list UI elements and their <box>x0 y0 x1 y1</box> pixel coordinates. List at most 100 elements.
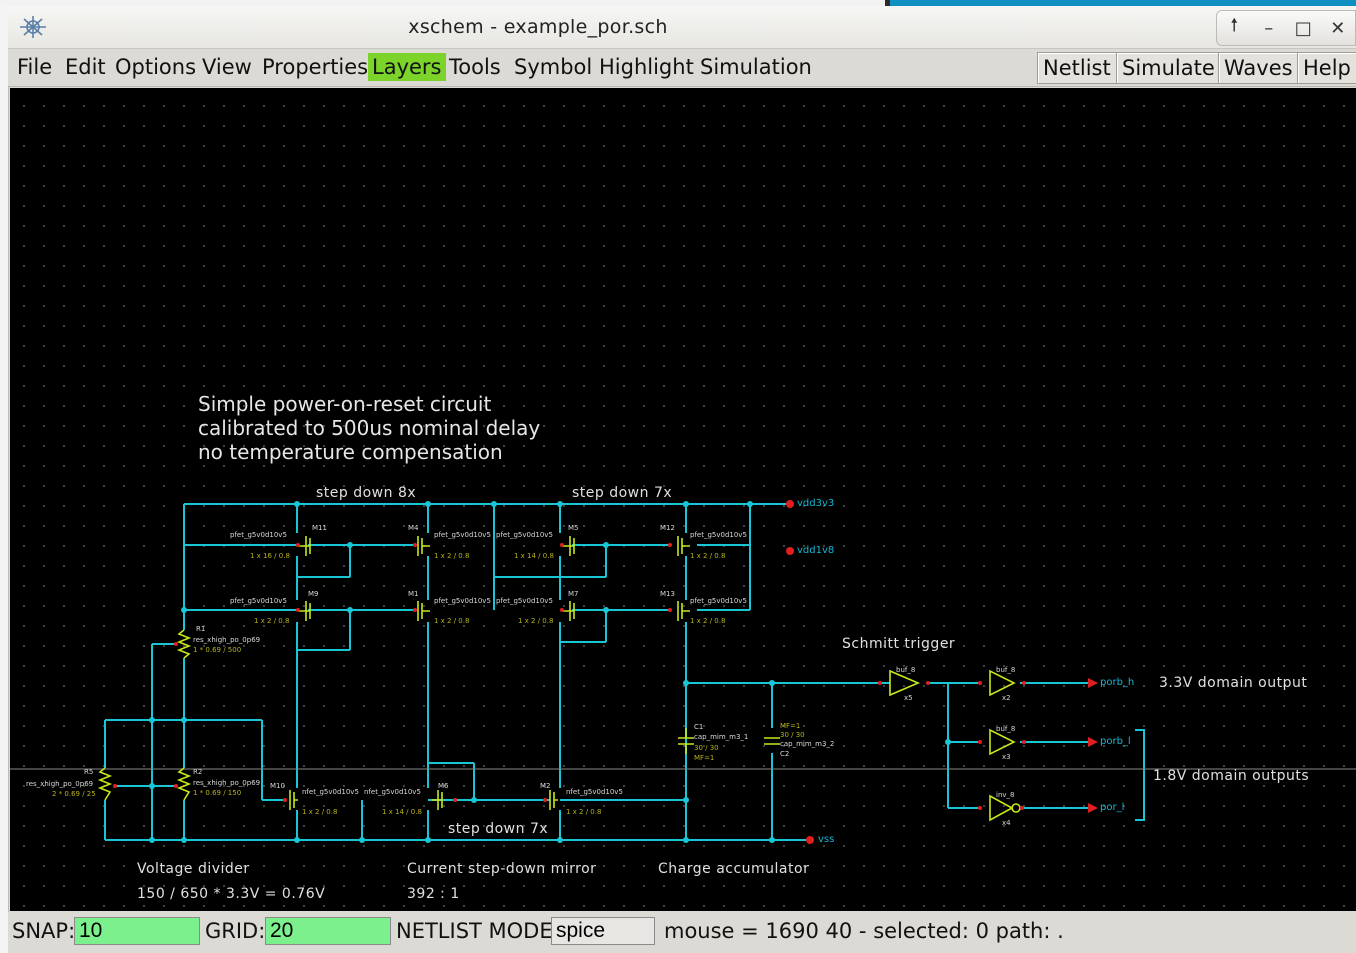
menu-properties[interactable]: Properties <box>258 53 372 81</box>
grid-label: GRID: <box>205 919 266 943</box>
window-controls: 🠕 – □ ✕ <box>1216 10 1356 46</box>
device-c1[interactable]: C1 <box>694 723 703 731</box>
device-r1[interactable]: R1 <box>196 625 205 633</box>
netlist-mode-label: NETLIST MODE: <box>396 919 560 943</box>
menu-highlight[interactable]: Highlight <box>595 53 698 81</box>
menu-options[interactable]: Options <box>111 53 200 81</box>
device-model: pfet_g5v0d10v5 <box>434 597 491 605</box>
device-r2[interactable]: R2 <box>193 768 202 776</box>
pin-porb-l[interactable]: porb_l <box>1100 736 1131 747</box>
label-step-down-8x: step down 8x <box>316 485 417 501</box>
device-m6[interactable]: M6 <box>438 782 449 790</box>
menu-bar: File Edit Options View Properties Layers… <box>8 49 1356 87</box>
device-size: 30 / 30 <box>694 744 719 752</box>
label-voltage-divider: Voltage divider <box>137 861 250 877</box>
device-m5[interactable]: M5 <box>568 524 579 532</box>
pin-vdd1v8[interactable]: vdd1v8 <box>797 545 834 556</box>
device-size: 2 * 0.69 / 25 <box>52 790 96 798</box>
up-arrow-icon[interactable]: 🠕 <box>1221 15 1247 41</box>
menu-layers[interactable]: Layers <box>368 53 446 81</box>
device-x4[interactable]: x4 <box>1002 819 1011 827</box>
note-line-1: Simple power-on-reset circuit <box>198 392 492 416</box>
device-size: 1 x 2 / 0.8 <box>566 808 602 816</box>
device-m7[interactable]: M7 <box>568 590 579 598</box>
device-m11[interactable]: M11 <box>312 524 327 532</box>
close-icon[interactable]: ✕ <box>1325 15 1351 41</box>
menu-tools[interactable]: Tools <box>445 53 505 81</box>
label-charge-accumulator: Charge accumulator <box>658 861 810 877</box>
device-r5[interactable]: R5 <box>84 768 93 776</box>
device-c2[interactable]: C2 <box>780 750 789 758</box>
device-buf: buf_8 <box>996 666 1016 674</box>
terminal-dots <box>113 543 1026 810</box>
device-model: res_xhigh_po_0p69 <box>26 780 94 788</box>
device-x2[interactable]: x2 <box>1002 694 1011 702</box>
device-m4[interactable]: M4 <box>408 524 419 532</box>
device-model: res_xhigh_po_0p69 <box>193 636 261 644</box>
device-m12[interactable]: M12 <box>660 524 675 532</box>
waves-button[interactable]: Waves <box>1218 52 1299 84</box>
device-size: 1 x 14 / 0.8 <box>382 808 422 816</box>
device-model: pfet_g5v0d10v5 <box>496 531 553 539</box>
status-bar: SNAP: GRID: NETLIST MODE: mouse = 1690 4… <box>8 912 1356 953</box>
simulate-button[interactable]: Simulate <box>1116 52 1221 84</box>
menu-simulation[interactable]: Simulation <box>696 53 816 81</box>
label-divider-formula: 150 / 650 * 3.3V = 0.76V <box>137 886 326 902</box>
label-mirror-ratio: 392 : 1 <box>407 886 460 902</box>
netlist-mode-field[interactable] <box>551 917 655 945</box>
device-m13[interactable]: M13 <box>660 590 675 598</box>
device-size: 1 x 2 / 0.8 <box>690 552 726 560</box>
note-line-3: no temperature compensation <box>198 440 503 464</box>
device-model: pfet_g5v0d10v5 <box>690 531 747 539</box>
label-step-down-7x-top: step down 7x <box>572 485 673 501</box>
device-mf: MF=1 <box>694 754 715 762</box>
device-buf: buf_8 <box>996 725 1016 733</box>
pin-vdd3v3[interactable]: vdd3v3 <box>797 498 834 509</box>
device-m2[interactable]: M2 <box>540 782 551 790</box>
snap-input[interactable] <box>74 917 200 945</box>
device-mf: MF=1 <box>780 722 801 730</box>
device-model: pfet_g5v0d10v5 <box>230 597 287 605</box>
netlist-button[interactable]: Netlist <box>1037 52 1117 84</box>
device-model: cap_mim_m3_2 <box>780 740 835 748</box>
pin-vss[interactable]: vss <box>818 834 834 845</box>
window-title: xschem - example_por.sch <box>408 16 668 38</box>
note-line-2: calibrated to 500us nominal delay <box>198 416 541 440</box>
pin-porb-h[interactable]: porb_h <box>1100 677 1134 688</box>
device-x3[interactable]: x3 <box>1002 753 1011 761</box>
maximize-icon[interactable]: □ <box>1290 15 1316 41</box>
pin-por-l[interactable]: por_l <box>1100 802 1124 813</box>
label-1v8-outputs: 1.8V domain outputs <box>1153 768 1310 784</box>
device-model: pfet_g5v0d10v5 <box>434 531 491 539</box>
device-model: nfet_g5v0d10v5 <box>364 788 421 796</box>
device-m10[interactable]: M10 <box>270 782 285 790</box>
label-3v3-output: 3.3V domain output <box>1159 675 1308 691</box>
window-titlebar[interactable]: xschem - example_por.sch 🠕 – □ ✕ <box>8 6 1356 49</box>
device-model: pfet_g5v0d10v5 <box>230 531 287 539</box>
device-model: pfet_g5v0d10v5 <box>690 597 747 605</box>
grid-input[interactable] <box>265 917 391 945</box>
device-model: nfet_g5v0d10v5 <box>302 788 359 796</box>
device-size: 1 x 14 / 0.8 <box>514 552 554 560</box>
help-button[interactable]: Help <box>1297 52 1356 84</box>
device-m1[interactable]: M1 <box>408 590 419 598</box>
device-buf: buf_8 <box>896 666 916 674</box>
menu-file[interactable]: File <box>13 53 56 81</box>
device-size: 1 x 2 / 0.8 <box>690 617 726 625</box>
background-window-left-edge <box>0 6 9 953</box>
device-model: nfet_g5v0d10v5 <box>566 788 623 796</box>
device-size: 1 * 0.69 / 500 <box>193 646 242 654</box>
device-size: 1 x 2 / 0.8 <box>434 617 470 625</box>
label-step-down-7x-bottom: step down 7x <box>448 821 549 837</box>
device-model: res_xhigh_po_0p69 <box>193 779 261 787</box>
minimize-icon[interactable]: – <box>1256 15 1282 41</box>
label-current-mirror: Current step-down mirror <box>407 861 597 877</box>
menu-symbol[interactable]: Symbol <box>510 53 596 81</box>
device-x5[interactable]: x5 <box>904 694 913 702</box>
device-m9[interactable]: M9 <box>308 590 319 598</box>
snap-label: SNAP: <box>12 919 76 943</box>
schematic-canvas[interactable]: Simple power-on-reset circuit calibrated… <box>10 88 1356 911</box>
label-schmitt-trigger: Schmitt trigger <box>842 636 956 652</box>
menu-view[interactable]: View <box>198 53 256 81</box>
menu-edit[interactable]: Edit <box>61 53 110 81</box>
